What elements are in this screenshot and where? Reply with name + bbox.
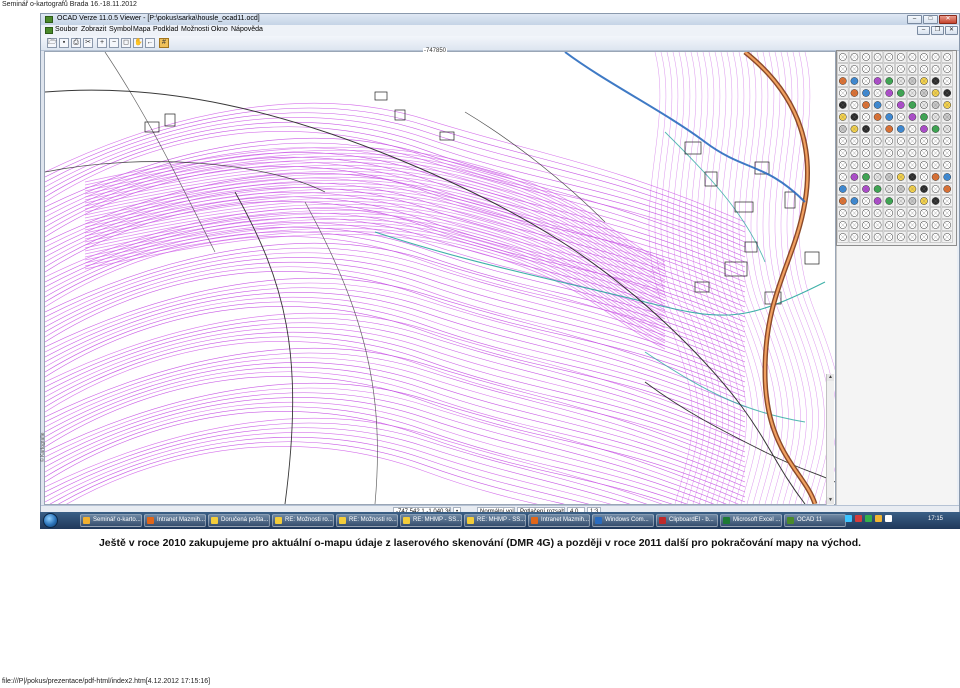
taskbar-item[interactable]: OCAD 11 [784,514,846,527]
taskbar-item-label: Doručená pošta... [221,517,269,523]
taskbar-item[interactable]: RE: Možnosti ro... [272,514,334,527]
minimize-button[interactable]: – [907,15,922,24]
taskbar-item[interactable]: Doručená pošta... [208,514,270,527]
ocad-app-icon [45,16,53,23]
save-icon[interactable]: ▪ [59,38,69,48]
hand-icon[interactable]: ✋ [133,38,143,48]
symbol-palette[interactable] [836,50,957,246]
taskbar-app-icon [275,517,282,524]
tray-flag-icon[interactable] [875,515,882,522]
taskbar-item-label: Windows Com... [605,517,649,523]
menu-zobrazit[interactable]: Zobrazit [81,26,106,33]
map-canvas[interactable] [44,51,836,505]
window-title: OCAD Verze 11.0.5 Viewer - [P:\pokus\sar… [57,15,260,22]
maximize-button[interactable]: □ [923,15,938,24]
taskbar-item[interactable]: Microsoft Excel ... [720,514,782,527]
tray-network-icon[interactable] [845,515,852,522]
toolbar: 🗁 ▪ ⎙ ✂ + − ◻ ✋ ← # [41,36,959,51]
taskbar-app-icon [147,517,154,524]
top-coordinate-label: -747850 [423,48,448,54]
close-button[interactable]: ✕ [939,15,957,24]
mdi-minimize-button[interactable]: – [917,26,930,35]
vertical-scrollbar[interactable]: ▲ ▼ [826,374,834,505]
taskbar-item[interactable]: Seminář o-karto... [80,514,142,527]
menu-soubor[interactable]: Soubor [55,26,78,33]
menu-mapa[interactable]: Mapa [133,26,151,33]
map-drawing [45,52,835,504]
menu-okno[interactable]: Okno [211,26,228,33]
slide-caption: Ještě v roce 2010 zakupujeme pro aktuáln… [98,537,862,549]
side-text: © Kartografie [40,432,46,462]
taskbar-app-icon [659,517,666,524]
open-icon[interactable]: 🗁 [47,38,57,48]
taskbar-item-label: Intranet Mazmih... [541,517,590,523]
taskbar-clock[interactable]: 17:15 [928,516,943,522]
taskbar-item[interactable]: RE: MHMP - SS... [400,514,462,527]
taskbar-item-label: RE: Možnosti ro... [349,517,397,523]
tray-volume-icon[interactable] [885,515,892,522]
back-icon[interactable]: ← [145,38,155,48]
page-footer: file:///P|/pokus/prezentace/pdf-html/ind… [2,678,211,685]
taskbar-item-label: RE: Možnosti ro... [285,517,333,523]
scroll-down-icon[interactable]: ▼ [827,497,834,504]
taskbar-item-label: RE: MHMP - SS... [477,517,526,523]
paths-and-roads [45,52,835,504]
taskbar-item[interactable]: Windows Com... [592,514,654,527]
page-header: Seminář o-kartografů Brada 16.-18.11.201… [2,1,137,8]
taskbar-item-label: Microsoft Excel ... [733,517,781,523]
taskbar-item-label: Seminář o-karto... [93,517,141,523]
scroll-up-icon[interactable]: ▲ [827,374,834,381]
cut-icon[interactable]: ✂ [83,38,93,48]
taskbar-item[interactable]: Intranet Mazmih... [144,514,206,527]
main-road [564,52,818,504]
taskbar-item[interactable]: RE: MHMP - SS... [464,514,526,527]
contour-lines [45,52,835,504]
taskbar-app-icon [787,517,794,524]
taskbar-app-icon [595,517,602,524]
menu-podklad[interactable]: Podklad [153,26,178,33]
grid-icon[interactable]: # [159,38,169,48]
taskbar-app-icon [211,517,218,524]
taskbar-app-icon [723,517,730,524]
tray-antivirus-icon[interactable] [855,515,862,522]
title-bar: OCAD Verze 11.0.5 Viewer - [P:\pokus\sar… [41,14,959,25]
taskbar-item-label: Intranet Mazmih... [157,517,206,523]
mdi-close-button[interactable]: ✕ [945,26,958,35]
document-icon[interactable] [45,27,53,34]
palette-empty-area [836,246,957,505]
mdi-restore-button[interactable]: ❐ [931,26,944,35]
taskbar-app-icon [403,517,410,524]
menu-symbol[interactable]: Symbol [109,26,132,33]
taskbar-item[interactable]: Intranet Mazmih... [528,514,590,527]
zoom-out-icon[interactable]: − [109,38,119,48]
taskbar-app-icon [467,517,474,524]
taskbar-item[interactable]: ClipboardEl - b... [656,514,718,527]
start-button-icon[interactable] [43,513,58,528]
symbol-grid [837,51,953,243]
taskbar-item[interactable]: RE: Možnosti ro... [336,514,398,527]
ocad-window: OCAD Verze 11.0.5 Viewer - [P:\pokus\sar… [40,13,960,529]
taskbar-app-icon [531,517,538,524]
taskbar-app-icon [83,517,90,524]
print-icon[interactable]: ⎙ [71,38,81,48]
windows-taskbar: Seminář o-karto... Intranet Mazmih... Doru… [40,512,960,529]
taskbar-item-label: RE: MHMP - SS... [413,517,462,523]
taskbar-app-icon [339,517,346,524]
tray-update-icon[interactable] [865,515,872,522]
zoom-fit-icon[interactable]: ◻ [121,38,131,48]
taskbar-item-label: ClipboardEl - b... [669,517,714,523]
menu-napoveda[interactable]: Nápověda [231,26,263,33]
menu-bar: Soubor Zobrazit Symbol Mapa Podklad Možn… [41,25,959,36]
menu-moznosti[interactable]: Možnosti [181,26,209,33]
taskbar-item-label: OCAD 11 [797,517,823,523]
zoom-in-icon[interactable]: + [97,38,107,48]
